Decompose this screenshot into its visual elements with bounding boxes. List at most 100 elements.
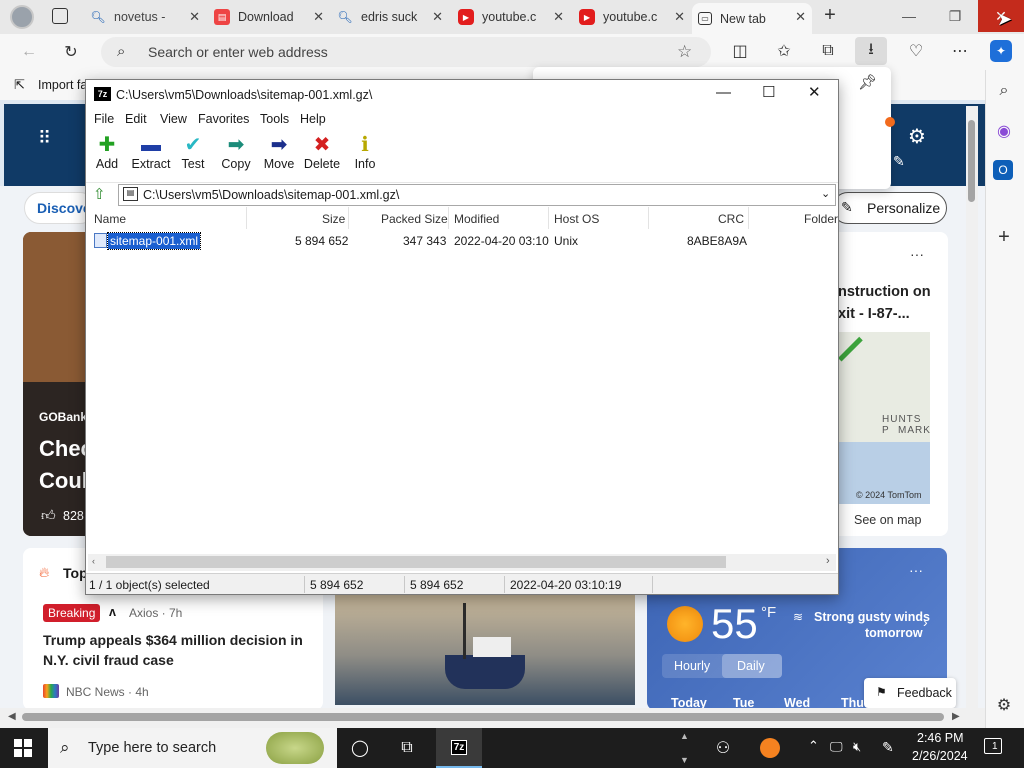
- downloads-icon[interactable]: ⭳: [855, 37, 887, 65]
- address-input[interactable]: Search or enter web address: [148, 44, 328, 60]
- news-headline[interactable]: Trump appeals $364 million decision in N…: [43, 630, 303, 670]
- scroll-left-icon[interactable]: ◀: [8, 711, 16, 722]
- tab-daily[interactable]: Daily: [722, 654, 782, 678]
- column-divider[interactable]: [448, 207, 449, 229]
- move-button[interactable]: ➡ Move: [256, 133, 302, 171]
- info-button[interactable]: ℹ Info: [342, 133, 388, 171]
- scrollbar-thumb[interactable]: [106, 556, 726, 568]
- pen-icon[interactable]: ✎: [882, 739, 894, 756]
- tab-youtube-2[interactable]: ▶ youtube.c ✕: [573, 3, 691, 31]
- sidebar-settings-icon[interactable]: ⚙: [993, 694, 1015, 716]
- add-button[interactable]: ✚ Add: [84, 133, 130, 171]
- task-view-icon[interactable]: ⧉: [384, 728, 430, 768]
- extract-button[interactable]: ▬ Extract: [128, 133, 174, 171]
- close-icon[interactable]: ✕: [313, 9, 324, 25]
- search-icon[interactable]: ⌕: [993, 80, 1015, 102]
- column-divider[interactable]: [548, 207, 549, 229]
- people-icon[interactable]: ⚇: [700, 728, 746, 768]
- path-value[interactable]: C:\Users\vm5\Downloads\sitemap-001.xml.g…: [143, 188, 399, 202]
- tab-hourly[interactable]: Hourly: [674, 659, 710, 673]
- maximize-button[interactable]: ☐: [762, 83, 775, 101]
- scroll-right-icon[interactable]: ›: [826, 555, 830, 567]
- column-divider[interactable]: [348, 207, 349, 229]
- menu-favorites[interactable]: Favorites: [198, 112, 249, 126]
- like-icon[interactable]: 👍︎: [41, 507, 56, 524]
- tab-new-tab[interactable]: ▭ New tab ✕: [692, 3, 812, 34]
- taskbar-app-orange[interactable]: [747, 728, 793, 768]
- import-favorites-link[interactable]: Import fa: [38, 78, 87, 92]
- volume-muted-icon[interactable]: 🔇︎: [853, 739, 861, 755]
- taskbar-scroll-up-icon[interactable]: ▲: [680, 731, 689, 741]
- table-row[interactable]: sitemap-001.xml 5 894 652 347 343 2022-0…: [86, 231, 838, 251]
- traffic-map[interactable]: HUNTS P MARK © 2024 TomTom: [838, 332, 930, 504]
- boat-image-card[interactable]: [335, 595, 635, 705]
- delete-button[interactable]: ✖ Delete: [299, 133, 345, 171]
- split-screen-icon[interactable]: ◫: [729, 40, 751, 62]
- settings-gear-icon[interactable]: ⚙: [908, 124, 926, 149]
- column-size[interactable]: Size: [322, 212, 345, 226]
- traffic-card[interactable]: ··· nstruction on xit - I-87-... HUNTS P…: [838, 232, 948, 536]
- file-name[interactable]: sitemap-001.xml: [106, 232, 202, 250]
- favorite-star-icon[interactable]: ☆: [677, 42, 692, 62]
- story-card[interactable]: GOBanki Chec Coul 👍︎ 828: [23, 232, 93, 536]
- personalize-button[interactable]: ✎ Personalize: [832, 192, 947, 224]
- close-window-button[interactable]: ✕: [808, 83, 821, 101]
- menu-help[interactable]: Help: [300, 112, 326, 126]
- column-crc[interactable]: CRC: [718, 212, 744, 226]
- scroll-left-icon[interactable]: ‹: [92, 556, 95, 566]
- menu-edit[interactable]: Edit: [125, 112, 147, 126]
- more-options-icon[interactable]: ···: [909, 562, 923, 578]
- column-divider[interactable]: [246, 207, 247, 229]
- tab-youtube-1[interactable]: ▶ youtube.c ✕: [452, 3, 570, 31]
- menu-tools[interactable]: Tools: [260, 112, 289, 126]
- taskbar-time[interactable]: 2:46 PM: [917, 731, 964, 745]
- file-list-horizontal-scrollbar[interactable]: ‹ ›: [88, 554, 836, 571]
- copilot-icon[interactable]: ✦: [990, 40, 1012, 62]
- feedback-button[interactable]: ⚑ Feedback: [864, 678, 956, 708]
- refresh-icon[interactable]: ↻: [60, 41, 82, 63]
- outlook-icon[interactable]: O: [993, 160, 1013, 180]
- chevron-down-icon[interactable]: ⌄: [821, 187, 830, 200]
- scroll-right-icon[interactable]: ▶: [952, 711, 960, 722]
- tab-actions-icon[interactable]: [52, 8, 68, 24]
- scrollbar-thumb[interactable]: [968, 120, 975, 202]
- sevenzip-title-bar[interactable]: 7z C:\Users\vm5\Downloads\sitemap-001.xm…: [86, 80, 838, 109]
- close-icon[interactable]: ✕: [432, 9, 443, 25]
- column-packed-size[interactable]: Packed Size: [381, 212, 448, 226]
- close-icon[interactable]: ✕: [795, 9, 806, 25]
- column-host-os[interactable]: Host OS: [554, 212, 599, 226]
- tab-download[interactable]: ▤ Download ✕: [208, 3, 330, 31]
- more-menu-icon[interactable]: ⋯: [949, 40, 971, 62]
- show-hidden-icons-chevron[interactable]: ⌃: [808, 738, 819, 754]
- taskbar-search-box[interactable]: ⌕ Type here to search: [48, 728, 337, 768]
- column-name[interactable]: Name: [94, 212, 126, 226]
- menu-view[interactable]: View: [160, 112, 187, 126]
- apps-grid-icon[interactable]: ⠿: [38, 128, 51, 149]
- copilot-apps-icon[interactable]: ◉: [993, 120, 1015, 142]
- favorites-icon[interactable]: ✩: [773, 40, 795, 62]
- close-icon[interactable]: ✕: [553, 9, 564, 25]
- collections-icon[interactable]: ⧉: [817, 40, 839, 62]
- taskbar-app-7zip[interactable]: 7z: [436, 728, 482, 768]
- test-button[interactable]: ✔ Test: [170, 133, 216, 171]
- network-icon[interactable]: 🖵︎: [830, 739, 843, 755]
- browser-essentials-icon[interactable]: ♡: [905, 40, 927, 62]
- new-tab-button[interactable]: +: [818, 3, 842, 27]
- scrollbar-thumb[interactable]: [22, 713, 944, 721]
- column-divider[interactable]: [748, 207, 749, 229]
- pin-icon[interactable]: 📌︎: [858, 73, 877, 91]
- taskbar-date[interactable]: 2/26/2024: [912, 749, 968, 763]
- close-icon[interactable]: ✕: [674, 9, 685, 25]
- taskbar-scroll-down-icon[interactable]: ▼: [680, 755, 689, 765]
- column-folder[interactable]: Folder: [804, 212, 838, 226]
- see-on-map-link[interactable]: See on map: [854, 513, 921, 527]
- column-divider[interactable]: [648, 207, 649, 229]
- menu-file[interactable]: File: [94, 112, 114, 126]
- folder-up-icon[interactable]: ⇧: [93, 185, 106, 203]
- minimize-button[interactable]: —: [716, 84, 731, 101]
- address-bar[interactable]: ⌕ Search or enter web address ☆: [101, 37, 711, 67]
- maximize-button[interactable]: ❐: [932, 0, 978, 32]
- more-options-icon[interactable]: ···: [910, 246, 924, 262]
- page-horizontal-scrollbar[interactable]: ◀ ▶: [0, 708, 985, 728]
- back-icon[interactable]: ←: [18, 41, 40, 63]
